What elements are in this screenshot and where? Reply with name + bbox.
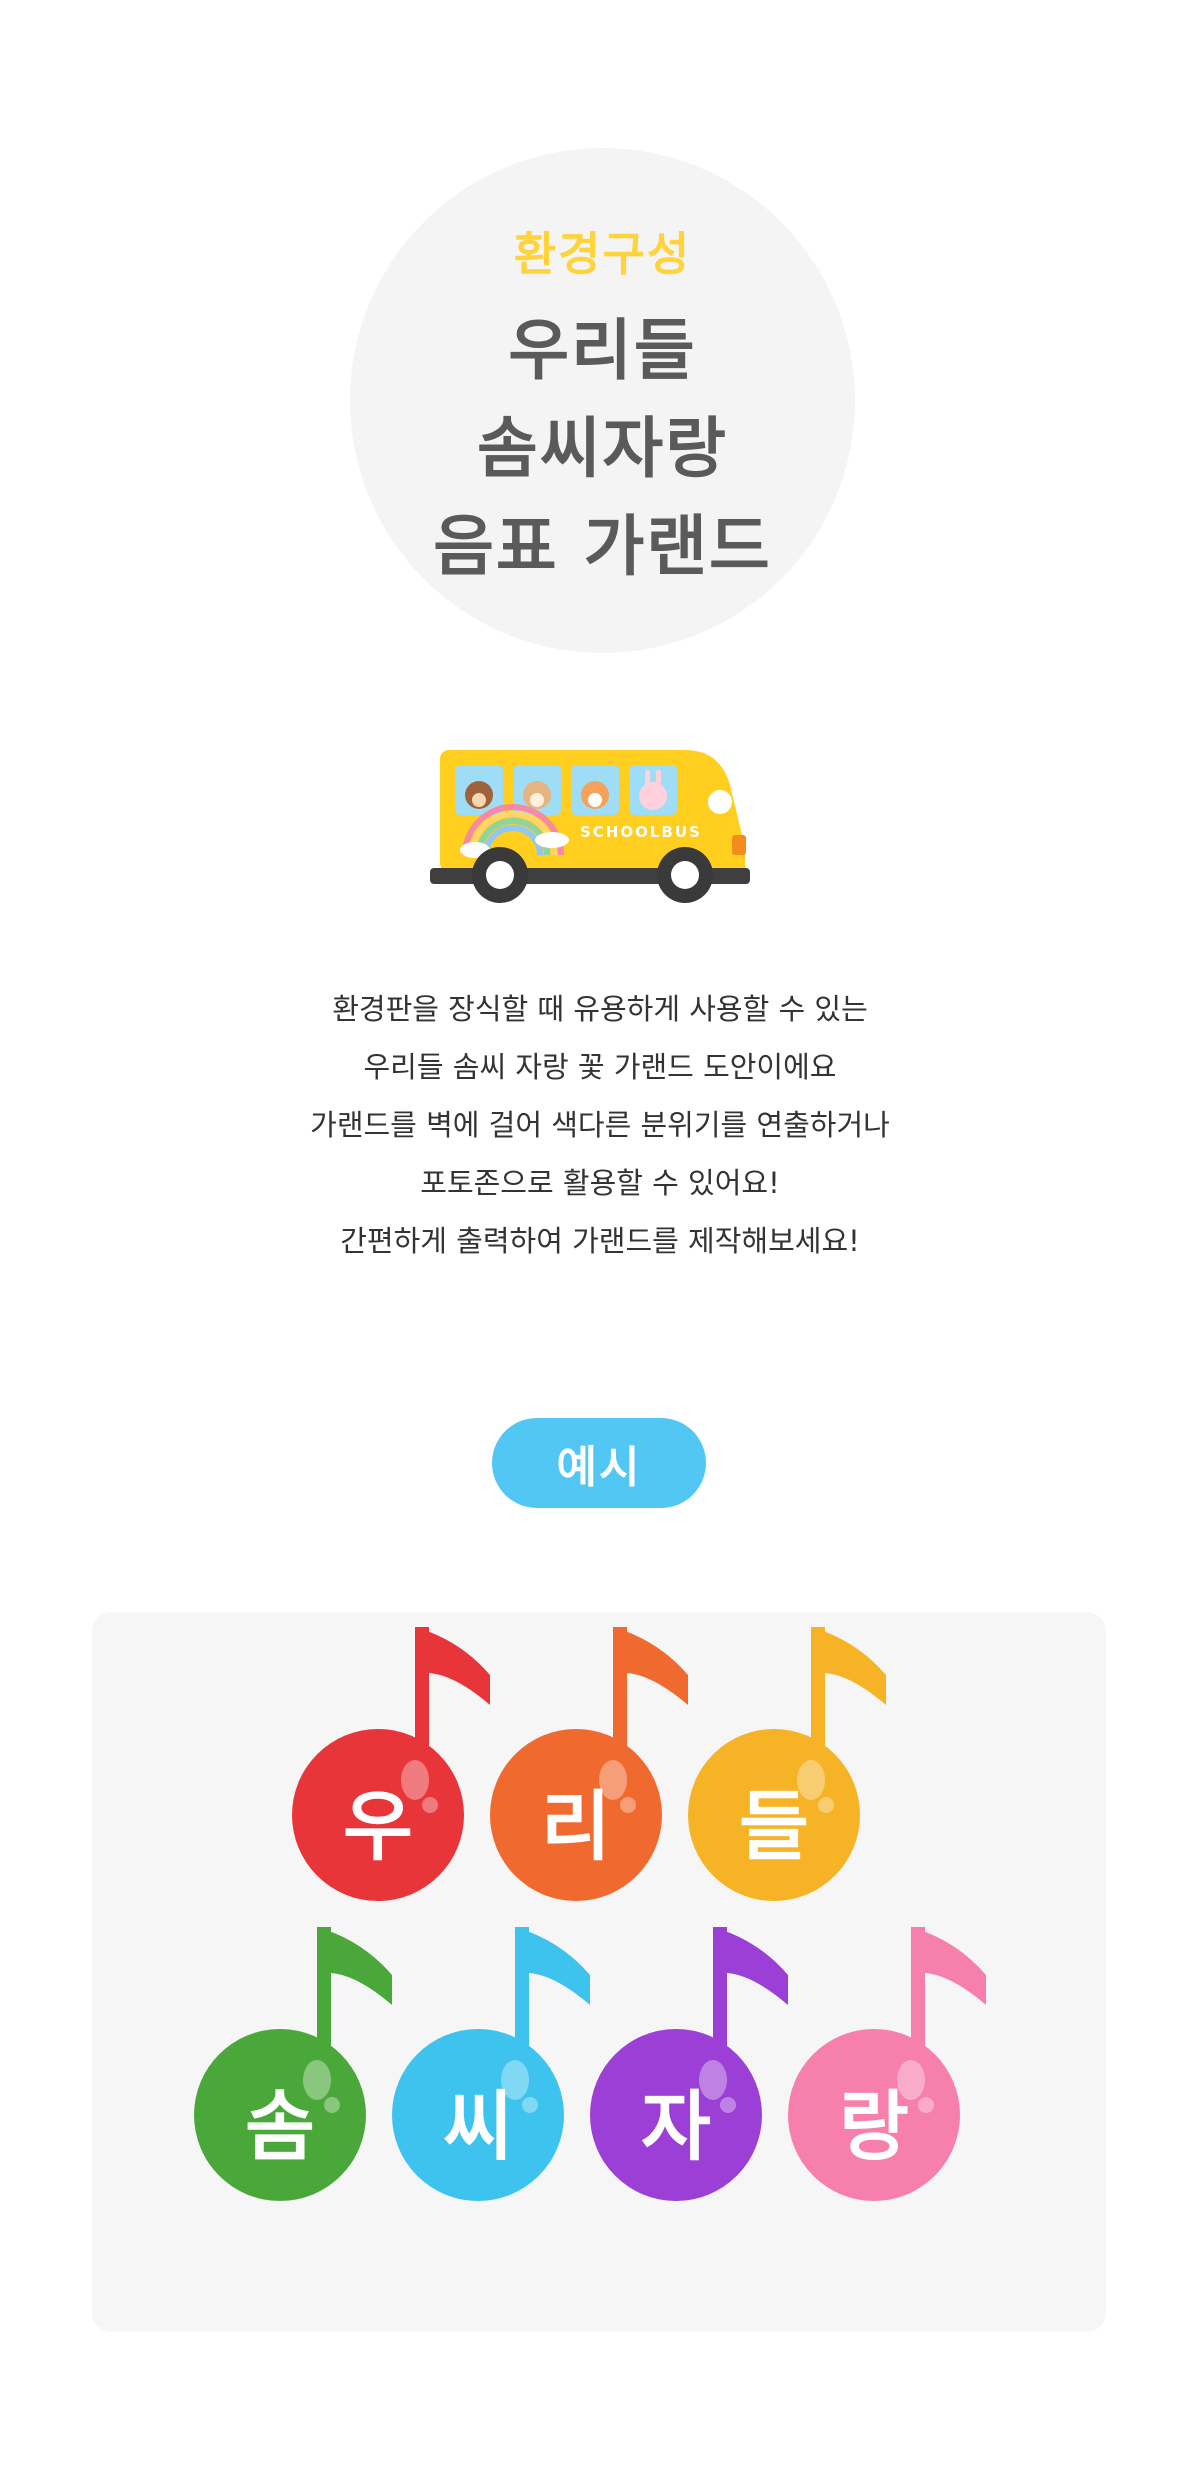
note-character: 자: [641, 2082, 711, 2171]
description-line: 간편하게 출력하여 가랜드를 제작해보세요!: [340, 1224, 860, 1258]
description-line: 환경판을 장식할 때 유용하게 사용할 수 있는: [332, 992, 868, 1026]
note-character: 랑: [839, 2082, 909, 2171]
description-line: 우리들 솜씨 자랑 꽃 가랜드 도안이에요: [363, 1050, 837, 1084]
bus-label: SCHOOLBUS: [580, 823, 702, 841]
note-character: 들: [739, 1782, 809, 1871]
hero-kicker: 환경구성: [513, 227, 692, 281]
school-bus-illustration: SCHOOLBUS: [430, 750, 750, 903]
description-line: 포토존으로 활용할 수 있어요!: [420, 1166, 780, 1200]
hero-title-line: 음표 가랜드: [433, 508, 772, 585]
example-badge: 예시: [492, 1418, 706, 1508]
hero-title: 우리들 솜씨자랑 음표 가랜드: [433, 302, 772, 596]
note-character: 씨: [443, 2082, 513, 2171]
hero-circle: 환경구성 우리들 솜씨자랑 음표 가랜드: [350, 148, 855, 653]
hero-title-line: 우리들: [508, 312, 697, 389]
note-character: 우: [343, 1782, 413, 1871]
note-character: 리: [541, 1782, 611, 1871]
music-note-3-row1: 들: [686, 1615, 926, 1915]
hero-title-line: 솜씨자랑: [477, 410, 728, 487]
note-character: 솜: [245, 2082, 315, 2171]
description-line: 가랜드를 벽에 걸어 색다른 분위기를 연출하거나: [310, 1108, 890, 1142]
music-note-4-row2: 랑: [786, 1915, 1026, 2215]
description: 환경판을 장식할 때 유용하게 사용할 수 있는 우리들 솜씨 자랑 꽃 가랜드…: [0, 980, 1200, 1270]
